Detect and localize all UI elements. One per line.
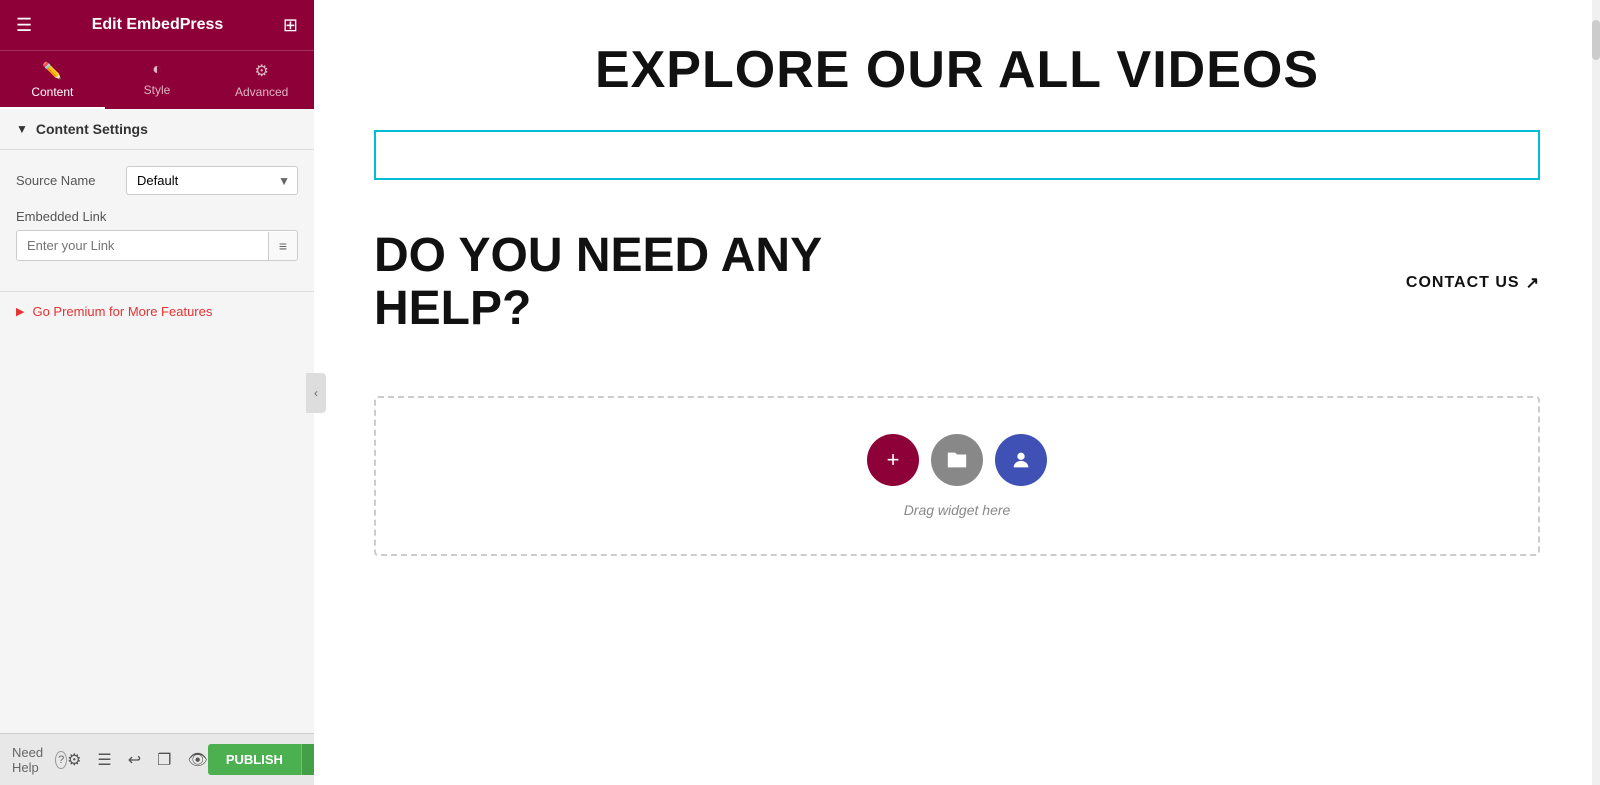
- external-link-icon: ↗: [1526, 273, 1540, 293]
- section-arrow-icon: ▼: [16, 122, 28, 136]
- help-title-line2: HELP?: [374, 283, 822, 336]
- panel-collapse-button[interactable]: ‹: [306, 373, 326, 413]
- folder-widget-button[interactable]: [931, 434, 983, 486]
- premium-section: ▶ Go Premium for More Features: [0, 291, 314, 331]
- premium-link-label: Go Premium for More Features: [32, 304, 212, 319]
- source-name-row: Source Name Default ▼: [16, 166, 298, 195]
- history-icon[interactable]: ↩: [128, 750, 141, 770]
- tab-content[interactable]: ✏️ Content: [0, 51, 105, 109]
- explore-title: EXPLORE OUR ALL VIDEOS: [374, 40, 1540, 100]
- scrollbar-thumb: [1592, 20, 1600, 60]
- collapse-icon: ‹: [314, 386, 318, 400]
- source-name-select[interactable]: Default: [126, 166, 298, 195]
- tab-advanced[interactable]: ⚙ Advanced: [209, 51, 314, 109]
- premium-link[interactable]: ▶ Go Premium for More Features: [16, 304, 298, 319]
- publish-button[interactable]: PUBLISH: [208, 744, 301, 775]
- advanced-tab-label: Advanced: [235, 85, 288, 99]
- content-tab-label: Content: [31, 85, 73, 99]
- content-settings-form: Source Name Default ▼ Embedded Link ≡: [0, 150, 314, 291]
- help-section: DO YOU NEED ANY HELP? CONTACT US ↗: [374, 210, 1540, 356]
- embedded-link-input-wrapper: ≡: [16, 230, 298, 261]
- tab-style[interactable]: ◐ Style: [105, 51, 210, 109]
- hamburger-icon[interactable]: ☰: [16, 15, 32, 36]
- panel-title: Edit EmbedPress: [92, 16, 224, 34]
- need-help-area: Need Help ?: [12, 745, 67, 775]
- help-icon[interactable]: ?: [55, 751, 67, 769]
- grid-icon[interactable]: ⊞: [283, 15, 298, 36]
- bottom-bar: Need Help ? ⚙ ☰ ↩ ❐ 👁 PUBLISH ▼: [0, 733, 314, 785]
- content-tab-icon: ✏️: [42, 61, 62, 81]
- embedded-link-label: Embedded Link: [16, 209, 298, 224]
- premium-arrow-icon: ▶: [16, 305, 24, 318]
- widget-buttons: +: [867, 434, 1047, 486]
- layers-icon[interactable]: ☰: [97, 750, 111, 770]
- user-widget-button[interactable]: [995, 434, 1047, 486]
- contact-us-label: CONTACT US: [1406, 274, 1520, 292]
- panel-header: ☰ Edit EmbedPress ⊞: [0, 0, 314, 50]
- help-title-line1: DO YOU NEED ANY: [374, 230, 822, 283]
- bottom-bar-icons: ⚙ ☰ ↩ ❐ 👁: [67, 750, 208, 770]
- style-tab-label: Style: [144, 83, 171, 97]
- source-name-select-wrapper: Default ▼: [126, 166, 298, 195]
- panel-tabs: ✏️ Content ◐ Style ⚙ Advanced: [0, 50, 314, 109]
- preview-icon[interactable]: 👁: [188, 750, 208, 770]
- source-name-control: Default ▼: [126, 166, 298, 195]
- help-title: DO YOU NEED ANY HELP?: [374, 230, 822, 336]
- source-name-label: Source Name: [16, 173, 126, 188]
- drag-widget-text: Drag widget here: [904, 502, 1011, 518]
- settings-icon[interactable]: ⚙: [67, 750, 81, 770]
- help-question-mark: ?: [58, 754, 64, 766]
- panel-content: ▼ Content Settings Source Name Default ▼: [0, 109, 314, 785]
- content-settings-title: Content Settings: [36, 121, 148, 137]
- style-tab-icon: ◐: [152, 61, 162, 79]
- need-help-label: Need Help: [12, 745, 49, 775]
- advanced-tab-icon: ⚙: [255, 61, 269, 81]
- content-settings-header[interactable]: ▼ Content Settings: [0, 109, 314, 150]
- left-panel: ☰ Edit EmbedPress ⊞ ✏️ Content ◐ Style ⚙…: [0, 0, 314, 785]
- contact-us-link[interactable]: CONTACT US ↗: [1406, 273, 1540, 293]
- embed-placeholder: [374, 130, 1540, 180]
- main-area: EXPLORE OUR ALL VIDEOS DO YOU NEED ANY H…: [314, 0, 1600, 785]
- link-list-icon[interactable]: ≡: [268, 232, 297, 260]
- embedded-link-input[interactable]: [17, 231, 268, 260]
- responsive-icon[interactable]: ❐: [157, 750, 171, 770]
- widget-drop-area[interactable]: + Drag widget here: [374, 396, 1540, 556]
- scrollbar[interactable]: [1592, 0, 1600, 785]
- embedded-link-group: Embedded Link ≡: [16, 209, 298, 261]
- add-widget-button[interactable]: +: [867, 434, 919, 486]
- main-content: EXPLORE OUR ALL VIDEOS DO YOU NEED ANY H…: [314, 0, 1600, 626]
